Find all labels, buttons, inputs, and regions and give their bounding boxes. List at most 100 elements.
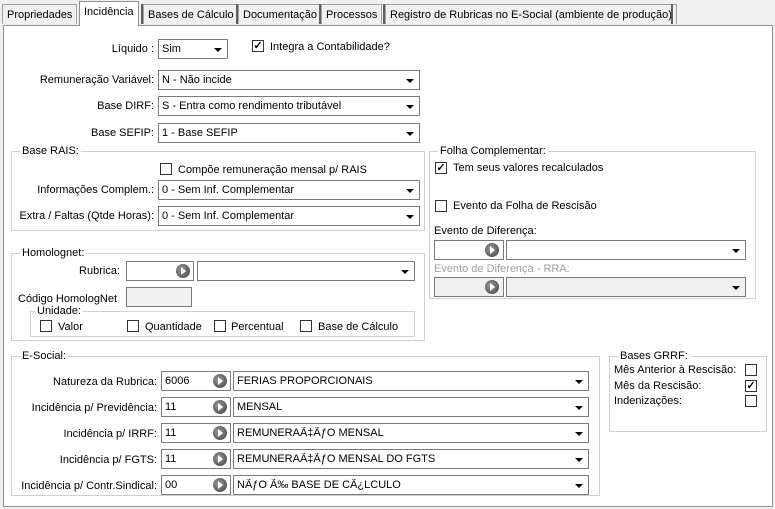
tab-processos[interactable]: Processos: [321, 4, 383, 24]
lookup-arrow-icon[interactable]: [213, 426, 227, 440]
incidencia-fgts-code: 11: [165, 453, 177, 465]
evento-diferenca-rra-label: Evento de Diferença - RRA:: [434, 263, 570, 275]
incidencia-fgts-label: Incidência p/ FGTS:: [59, 454, 157, 466]
tab-label: Registro de Rubricas no E-Social (ambien…: [390, 9, 672, 21]
lookup-arrow-icon[interactable]: [213, 400, 227, 414]
incidencia-contr-sindical-label: Incidência p/ Contr.Sindical:: [21, 480, 157, 492]
grrf-indenizacoes-label: Indenizações:: [614, 395, 682, 407]
evento-diferenca-rra-select[interactable]: [506, 277, 746, 297]
incidencia-contr-sindical-select[interactable]: NÃƒO Ã‰ BASE DE CÃ¿LCULO: [233, 475, 589, 495]
chevron-down-icon[interactable]: [210, 41, 226, 57]
tab-documentacao[interactable]: Documentação: [238, 4, 322, 24]
chevron-down-icon[interactable]: [402, 72, 418, 88]
evento-rescisao-checkbox[interactable]: [435, 200, 447, 212]
base-rais-title: Base RAIS:: [20, 145, 81, 157]
natureza-rubrica-code: 6006: [165, 375, 190, 387]
unidade-base-calculo-checkbox[interactable]: [300, 320, 312, 332]
tab-label: Bases de Cálculo: [148, 9, 234, 21]
incidencia-previdencia-label: Incidência p/ Previdência:: [31, 402, 157, 414]
extra-faltas-label: Extra / Faltas (Qtde Horas):: [19, 210, 154, 222]
tab-bases-de-calculo[interactable]: Bases de Cálculo: [143, 4, 239, 24]
unidade-base-calculo-label: Base de Cálculo: [318, 321, 399, 333]
incidencia-irrf-code: 11: [165, 427, 177, 439]
grrf-mes-anterior-label: Mês Anterior à Rescisão:: [614, 364, 737, 376]
codigo-homolognet-field[interactable]: [126, 287, 192, 307]
remuneracao-select[interactable]: N - Não incide: [158, 70, 420, 90]
chevron-down-icon[interactable]: [402, 125, 418, 141]
unidade-valor-checkbox[interactable]: [40, 320, 52, 332]
recalculados-checkbox[interactable]: ✓: [435, 162, 447, 174]
tab-separator: [671, 4, 673, 24]
integra-label: Integra a Contabilidade?: [270, 41, 390, 53]
unidade-percentual-checkbox[interactable]: [214, 320, 226, 332]
remuneracao-value: N - Não incide: [162, 74, 232, 86]
compoe-rais-label: Compõe remuneração mensal p/ RAIS: [178, 164, 367, 176]
chevron-down-icon[interactable]: [402, 182, 418, 198]
natureza-rubrica-select[interactable]: FERIAS PROPORCIONAIS: [233, 371, 589, 391]
tab-label: Incidência: [84, 6, 134, 18]
base-dirf-label: Base DIRF:: [97, 100, 154, 112]
evento-rescisao-label: Evento da Folha de Rescisão: [453, 200, 597, 212]
incidencia-irrf-select[interactable]: REMUNERAÃ‡ÃƒO MENSAL: [233, 423, 589, 443]
unidade-quantidade-checkbox[interactable]: [127, 320, 139, 332]
tab-label: Documentação: [243, 9, 317, 21]
grrf-mes-rescisao-checkbox[interactable]: ✓: [745, 380, 757, 392]
info-complem-select[interactable]: 0 - Sem Inf. Complementar: [158, 180, 420, 200]
chevron-down-icon[interactable]: [571, 399, 587, 415]
unidade-title: Unidade:: [35, 305, 84, 317]
liquido-value: Sim: [162, 43, 181, 55]
unidade-quantidade-label: Quantidade: [145, 321, 202, 333]
evento-diferenca-label: Evento de Diferença:: [434, 225, 537, 237]
grrf-mes-rescisao-label: Mês da Rescisão:: [614, 380, 702, 392]
incidencia-contr-sindical-value: NÃƒO Ã‰ BASE DE CÃ¿LCULO: [237, 479, 401, 491]
incidencia-previdencia-value: MENSAL: [237, 401, 283, 413]
compoe-rais-checkbox[interactable]: [160, 163, 172, 175]
bases-grrf-title: Bases GRRF:: [618, 350, 690, 362]
incidencia-irrf-value: REMUNERAÃ‡ÃƒO MENSAL: [237, 427, 384, 439]
lookup-arrow-icon[interactable]: [485, 243, 499, 257]
base-sefip-value: 1 - Base SEFIP: [162, 127, 238, 139]
tab-label: Processos: [326, 9, 378, 21]
liquido-select[interactable]: Sim: [158, 39, 228, 59]
natureza-rubrica-value: FERIAS PROPORCIONAIS: [237, 375, 373, 387]
chevron-down-icon[interactable]: [397, 263, 413, 279]
integra-checkbox[interactable]: ✓: [252, 40, 264, 52]
chevron-down-icon[interactable]: [571, 477, 587, 493]
tab-bar: Propriedades Incidência Bases de Cálculo…: [0, 0, 775, 27]
chevron-down-icon[interactable]: [402, 98, 418, 114]
lookup-arrow-icon[interactable]: [485, 280, 499, 294]
base-dirf-select[interactable]: S - Entra como rendimento tributável: [158, 96, 420, 116]
tab-registro-esocial[interactable]: Registro de Rubricas no E-Social (ambien…: [385, 4, 677, 24]
unidade-valor-label: Valor: [58, 321, 83, 333]
tab-incidencia[interactable]: Incidência: [79, 1, 139, 26]
extra-faltas-select[interactable]: 0 - Sem Inf. Complementar: [158, 206, 420, 226]
rubrica-label: Rubrica:: [79, 265, 120, 277]
tab-propriedades[interactable]: Propriedades: [2, 4, 78, 24]
chevron-down-icon[interactable]: [402, 208, 418, 224]
rubrica-select[interactable]: [197, 261, 415, 281]
extra-faltas-value: 0 - Sem Inf. Complementar: [162, 210, 295, 222]
lookup-arrow-icon[interactable]: [213, 478, 227, 492]
chevron-down-icon[interactable]: [728, 279, 744, 295]
codigo-homolognet-label: Código HomologNet: [18, 293, 118, 305]
info-complem-value: 0 - Sem Inf. Complementar: [162, 184, 295, 196]
base-sefip-select[interactable]: 1 - Base SEFIP: [158, 123, 420, 143]
remuneracao-label: Remuneração Variável:: [39, 74, 154, 86]
chevron-down-icon[interactable]: [728, 242, 744, 258]
incidencia-fgts-value: REMUNERAÃ‡ÃƒO MENSAL DO FGTS: [237, 453, 436, 465]
incidencia-contr-sindical-code: 00: [165, 479, 178, 491]
incidencia-previdencia-code: 11: [165, 401, 177, 413]
chevron-down-icon[interactable]: [571, 425, 587, 441]
lookup-arrow-icon[interactable]: [213, 452, 227, 466]
liquido-label: Líquido :: [111, 43, 154, 55]
lookup-arrow-icon[interactable]: [176, 264, 190, 278]
chevron-down-icon[interactable]: [571, 451, 587, 467]
incidencia-previdencia-select[interactable]: MENSAL: [233, 397, 589, 417]
tab-label: Propriedades: [7, 9, 73, 21]
grrf-indenizacoes-checkbox[interactable]: [745, 395, 757, 407]
grrf-mes-anterior-checkbox[interactable]: [745, 364, 757, 376]
chevron-down-icon[interactable]: [571, 373, 587, 389]
evento-diferenca-select[interactable]: [506, 240, 746, 260]
incidencia-fgts-select[interactable]: REMUNERAÃ‡ÃƒO MENSAL DO FGTS: [233, 449, 589, 469]
lookup-arrow-icon[interactable]: [213, 374, 227, 388]
